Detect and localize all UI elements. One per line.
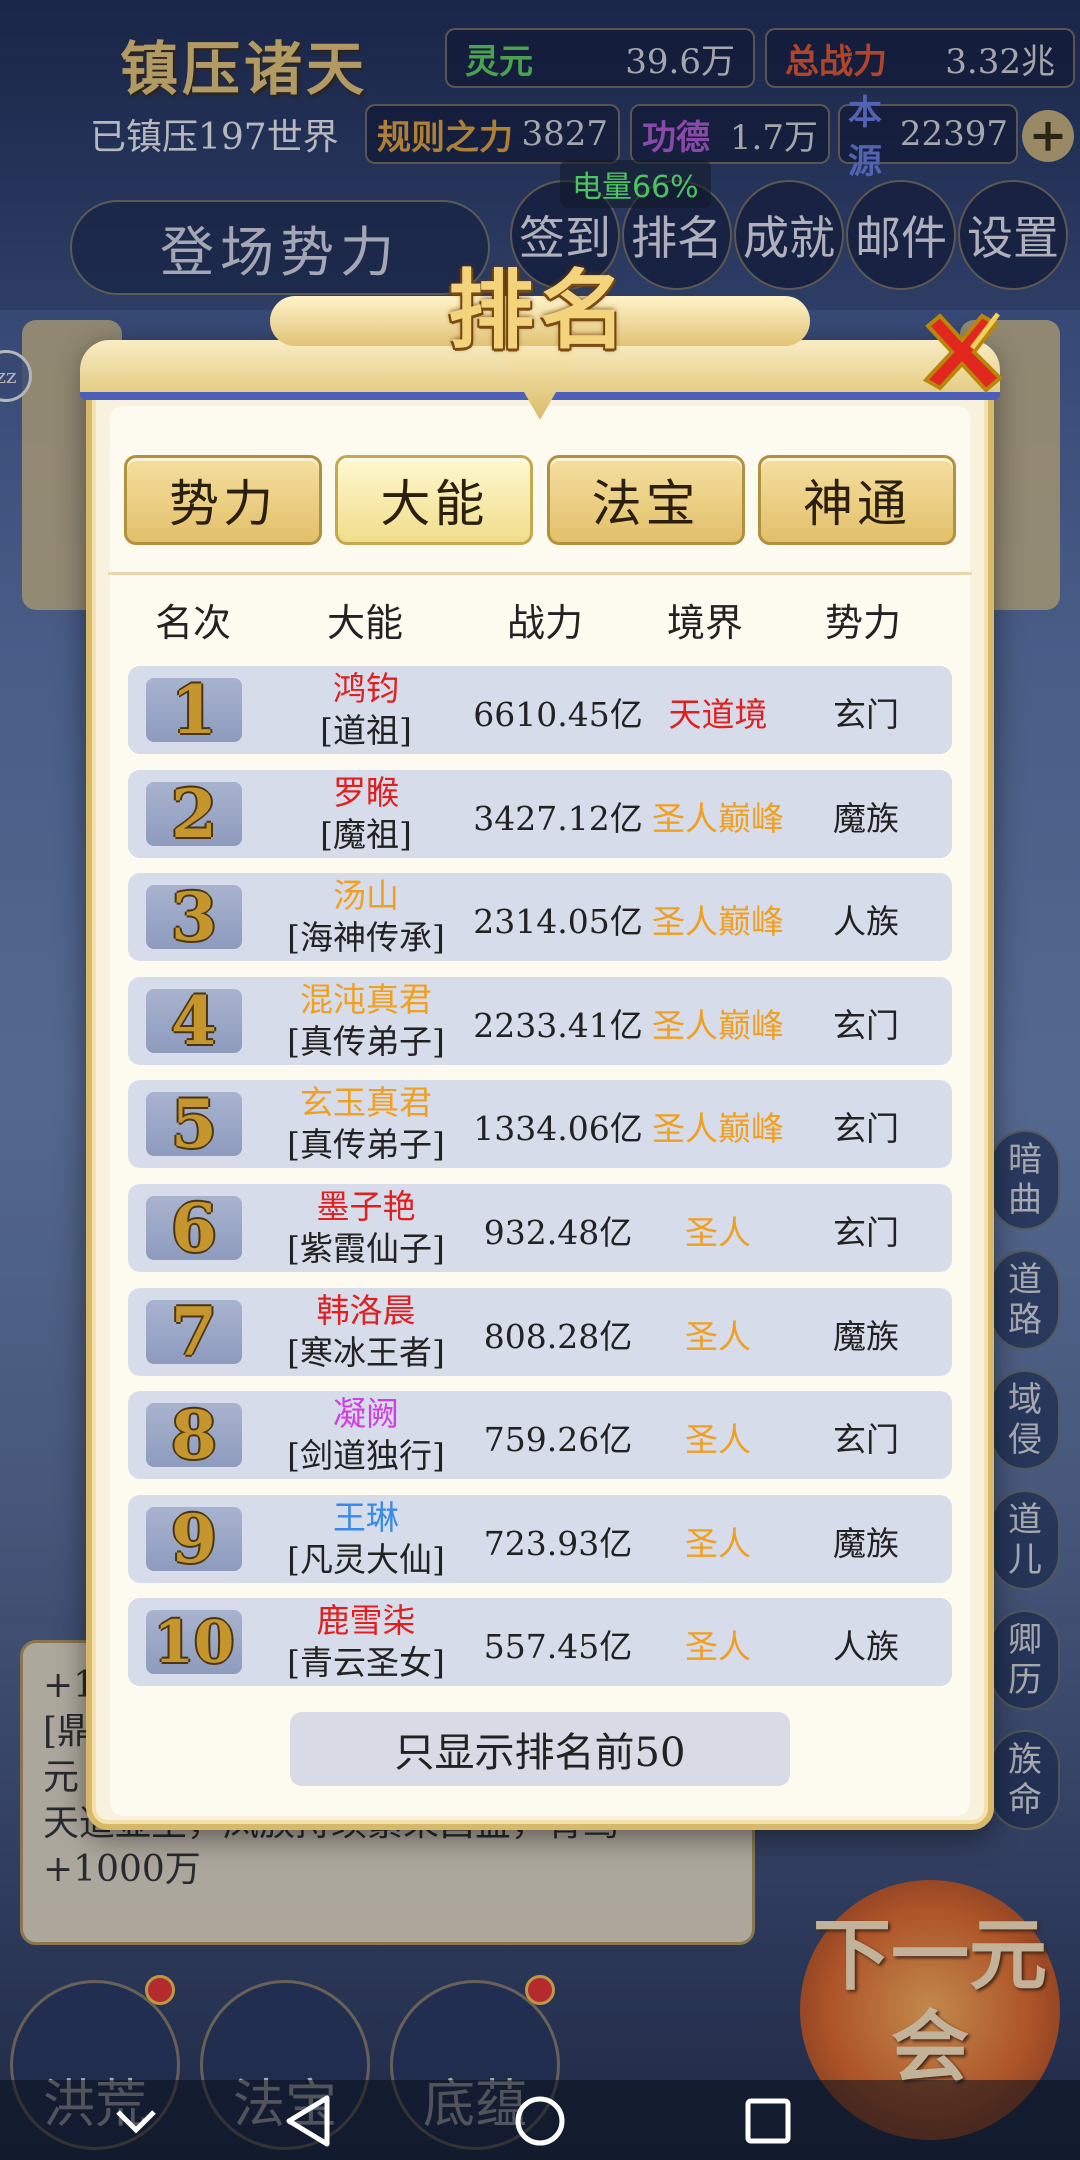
faction-value: 人族 (833, 902, 899, 942)
back-icon[interactable] (280, 2093, 336, 2149)
faction-value: 人族 (833, 1627, 899, 1667)
home-icon[interactable] (512, 2093, 568, 2149)
expert-cell: 鹿雪柒 [青云圣女] (248, 1600, 484, 1684)
faction-value: 魔族 (833, 1316, 899, 1356)
realm-value: 圣人巅峰 (652, 1005, 784, 1045)
expert-name: 玄玉真君 (300, 1083, 432, 1123)
expert-title: [真传弟子] (287, 1021, 445, 1061)
expert-title: [青云圣女] (287, 1643, 445, 1683)
recents-icon[interactable] (740, 2093, 796, 2149)
column-header-realm: 境界 (666, 601, 743, 645)
expert-title: [海神传承] (287, 918, 445, 958)
expert-title: [道祖] (320, 711, 412, 750)
expert-name: 墨子艳 (316, 1187, 416, 1226)
expert-name: 鸿钧 (333, 669, 399, 708)
realm-value: 圣人巅峰 (652, 1109, 784, 1149)
rank-number: 2 (146, 775, 242, 853)
realm-value: 圣人 (685, 1213, 751, 1252)
divider (108, 572, 972, 575)
expert-name: 混沌真君 (300, 979, 432, 1019)
ranking-row[interactable]: 3 汤山 [海神传承] 2314.05亿 圣人巅峰 人族 (128, 873, 952, 962)
realm-value: 圣人 (685, 1523, 751, 1563)
realm-value: 天道境 (668, 695, 768, 734)
realm-value: 圣人 (685, 1420, 751, 1460)
ranking-row[interactable]: 5 玄玉真君 [真传弟子] 1334.06亿 圣人巅峰 玄门 (128, 1080, 952, 1169)
expert-name: 凝阙 (333, 1394, 399, 1434)
expert-cell: 混沌真君 [真传弟子] (248, 979, 484, 1063)
rank-number: 7 (146, 1293, 242, 1371)
rank-number: 4 (146, 982, 242, 1060)
rank-number: 3 (146, 878, 242, 956)
realm-value: 圣人巅峰 (652, 902, 784, 942)
ranking-row[interactable]: 4 混沌真君 [真传弟子] 2233.41亿 圣人巅峰 玄门 (128, 976, 952, 1065)
realm-value: 圣人 (685, 1627, 751, 1667)
tab-faction[interactable]: 势力 (124, 455, 322, 545)
faction-value: 玄门 (833, 1005, 899, 1045)
chevron-down-icon[interactable] (108, 2093, 164, 2149)
expert-cell: 墨子艳 [紫霞仙子] (248, 1186, 484, 1270)
expert-title: [寒冰王者] (287, 1332, 445, 1372)
column-header-rank: 名次 (154, 601, 231, 645)
ranking-row[interactable]: 9 王琳 [凡灵大仙] 723.93亿 圣人 魔族 (128, 1494, 952, 1583)
expert-cell: 凝阙 [剑道独行] (248, 1393, 484, 1477)
expert-title: [紫霞仙子] (287, 1229, 445, 1268)
tab-experts[interactable]: 大能 (335, 455, 534, 545)
expert-cell: 玄玉真君 [真传弟子] (248, 1082, 484, 1166)
expert-name: 韩洛晨 (316, 1290, 416, 1330)
ranking-row[interactable]: 7 韩洛晨 [寒冰王者] 808.28亿 圣人 魔族 (128, 1287, 952, 1376)
expert-name: 王琳 (333, 1497, 399, 1537)
modal-title: 排名 (448, 260, 632, 361)
ranking-row[interactable]: 2 罗睺 [魔祖] 3427.12亿 圣人巅峰 魔族 (128, 769, 952, 858)
faction-value: 玄门 (833, 1420, 899, 1460)
expert-cell: 鸿钧 [道祖] (248, 668, 484, 752)
rank-tabs: 势力 大能 法宝 神通 (124, 455, 956, 547)
expert-title: [剑道独行] (287, 1436, 445, 1476)
expert-cell: 王琳 [凡灵大仙] (248, 1497, 484, 1581)
expert-cell: 汤山 [海神传承] (248, 875, 484, 959)
rank-number: 1 (146, 671, 242, 749)
faction-value: 魔族 (833, 1523, 899, 1563)
realm-value: 圣人 (685, 1316, 751, 1356)
rank-number: 8 (146, 1396, 242, 1474)
rank-number: 6 (146, 1189, 242, 1267)
ranking-row[interactable]: 8 凝阙 [剑道独行] 759.26亿 圣人 玄门 (128, 1391, 952, 1480)
expert-name: 鹿雪柒 (316, 1601, 416, 1641)
rank-number: 9 (146, 1500, 242, 1578)
expert-title: [魔祖] (320, 814, 412, 854)
expert-title: [凡灵大仙] (287, 1539, 445, 1579)
column-header-power: 战力 (506, 601, 583, 645)
expert-name: 罗睺 (333, 772, 399, 812)
expert-name: 汤山 (333, 876, 399, 916)
faction-value: 魔族 (833, 798, 899, 838)
ranking-row[interactable]: 6 墨子艳 [紫霞仙子] 932.48亿 圣人 玄门 (128, 1184, 952, 1272)
rank-number: 10 (146, 1608, 242, 1676)
faction-value: 玄门 (833, 1213, 899, 1252)
faction-value: 玄门 (833, 695, 899, 734)
expert-cell: 韩洛晨 [寒冰王者] (248, 1290, 484, 1374)
rank-number: 5 (146, 1085, 242, 1163)
ranking-row[interactable]: 10 鹿雪柒 [青云圣女] 557.45亿 圣人 人族 (128, 1598, 952, 1687)
realm-value: 圣人巅峰 (652, 798, 784, 838)
close-icon[interactable] (916, 308, 1006, 398)
expert-title: [真传弟子] (287, 1125, 445, 1165)
column-header-faction: 势力 (824, 601, 901, 645)
faction-value: 玄门 (833, 1109, 899, 1149)
tab-skills[interactable]: 神通 (757, 455, 956, 545)
ranking-row[interactable]: 1 鸿钧 [道祖] 6610.45亿 天道境 玄门 (128, 666, 952, 754)
tab-treasure[interactable]: 法宝 (546, 455, 745, 545)
expert-cell: 罗睺 [魔祖] (248, 772, 484, 856)
top50-note: 只显示排名前50 (290, 1712, 790, 1786)
column-header-expert: 大能 (326, 601, 403, 645)
